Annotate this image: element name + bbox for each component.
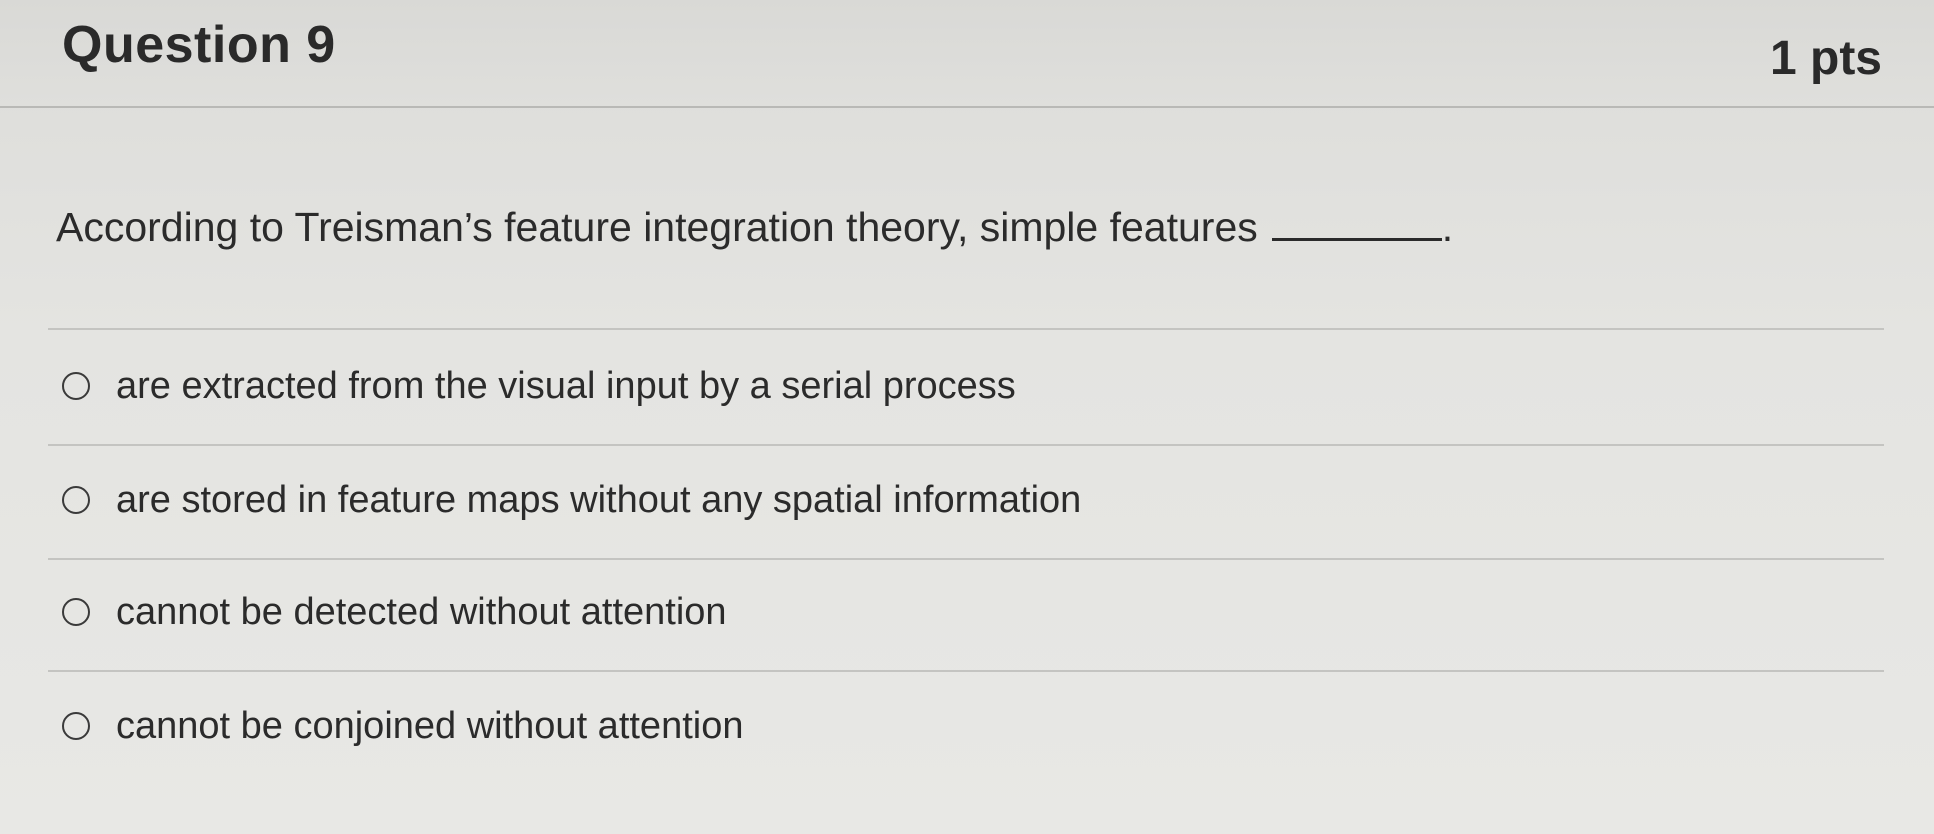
radio-button-icon[interactable] xyxy=(62,372,90,400)
answer-label: are stored in feature maps without any s… xyxy=(116,479,1082,521)
answer-option-2[interactable]: are stored in feature maps without any s… xyxy=(62,470,1081,530)
question-header: Question 9 1 pts xyxy=(0,0,1934,108)
quiz-question-card: Question 9 1 pts According to Treisman’s… xyxy=(0,0,1934,834)
answer-label: cannot be conjoined without attention xyxy=(116,705,744,747)
question-period: . xyxy=(1441,204,1454,250)
divider xyxy=(48,444,1884,446)
answer-option-1[interactable]: are extracted from the visual input by a… xyxy=(62,356,1016,416)
question-title: Question 9 xyxy=(62,16,336,74)
question-text: According to Treisman’s feature integrat… xyxy=(56,200,1453,254)
question-points: 1 pts xyxy=(1769,32,1882,85)
radio-button-icon[interactable] xyxy=(62,486,90,514)
divider xyxy=(48,670,1884,672)
fill-in-blank xyxy=(1271,200,1442,241)
answer-option-4[interactable]: cannot be conjoined without attention xyxy=(62,696,743,756)
question-prompt: According to Treisman’s feature integrat… xyxy=(56,204,1258,250)
radio-button-icon[interactable] xyxy=(62,712,90,740)
divider xyxy=(48,328,1884,330)
divider xyxy=(48,558,1884,560)
answer-label: are extracted from the visual input by a… xyxy=(116,365,1016,407)
answer-option-3[interactable]: cannot be detected without attention xyxy=(62,582,727,642)
radio-button-icon[interactable] xyxy=(62,598,90,626)
answer-label: cannot be detected without attention xyxy=(116,591,727,633)
